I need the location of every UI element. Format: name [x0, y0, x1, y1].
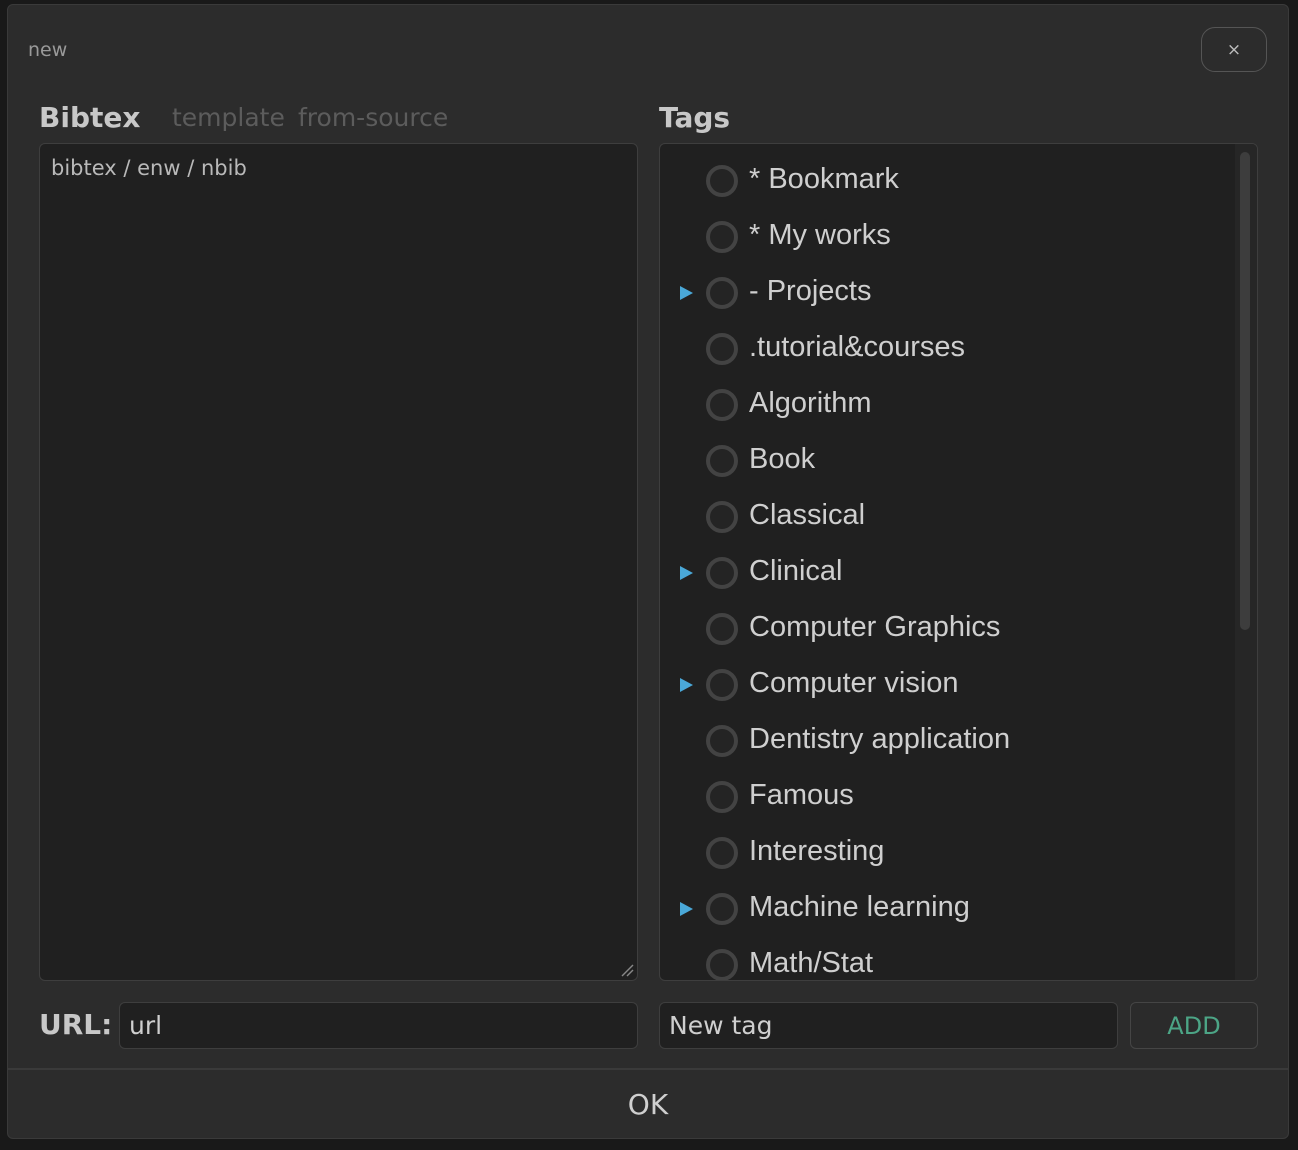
expand-arrow-icon[interactable] [677, 900, 695, 918]
tag-label: Computer vision [749, 667, 959, 699]
tag-label: .tutorial&courses [749, 331, 965, 363]
tag-radio[interactable] [706, 165, 738, 197]
tag-label: Famous [749, 779, 854, 811]
tag-radio[interactable] [706, 333, 738, 365]
tag-label: * Bookmark [749, 163, 899, 195]
scrollbar-thumb[interactable] [1240, 152, 1250, 630]
tag-item[interactable]: Clinical [660, 548, 1235, 604]
tag-radio[interactable] [706, 613, 738, 645]
tag-item[interactable]: * My works [660, 212, 1235, 268]
tag-item[interactable]: - Projects [660, 268, 1235, 324]
tag-item[interactable]: .tutorial&courses [660, 324, 1235, 380]
tag-radio[interactable] [706, 445, 738, 477]
url-label: URL: [39, 1008, 113, 1041]
ok-button[interactable]: OK [8, 1070, 1288, 1138]
tag-label: Computer Graphics [749, 611, 1001, 643]
tag-radio[interactable] [706, 557, 738, 589]
tag-item[interactable]: Dentistry application [660, 716, 1235, 772]
tags-list-panel: * Bookmark * My works - Projects .tutorial&… [659, 143, 1258, 981]
tag-item[interactable]: Interesting [660, 828, 1235, 884]
bibtex-heading: Bibtex [39, 101, 141, 134]
tag-label: Math/Stat [749, 947, 874, 979]
tag-radio[interactable] [706, 501, 738, 533]
tag-radio[interactable] [706, 949, 738, 980]
tag-radio[interactable] [706, 725, 738, 757]
tag-label: Machine learning [749, 891, 970, 923]
tag-label: Book [749, 443, 816, 475]
tag-item[interactable]: Computer Graphics [660, 604, 1235, 660]
new-entry-dialog: new × Bibtex template from-source Tags b… [7, 4, 1289, 1139]
tag-label: Algorithm [749, 387, 872, 419]
expand-arrow-icon[interactable] [677, 676, 695, 694]
tab-from-source[interactable]: from-source [298, 103, 448, 132]
tag-label: Clinical [749, 555, 843, 587]
url-input[interactable] [119, 1002, 638, 1049]
tag-item[interactable]: Algorithm [660, 380, 1235, 436]
close-icon: × [1226, 39, 1242, 60]
add-tag-button[interactable]: ADD [1130, 1002, 1258, 1049]
tag-radio[interactable] [706, 781, 738, 813]
tag-item[interactable]: Famous [660, 772, 1235, 828]
tag-item[interactable]: Book [660, 436, 1235, 492]
expand-arrow-icon[interactable] [677, 564, 695, 582]
tag-label: - Projects [749, 275, 872, 307]
tag-label: Interesting [749, 835, 885, 867]
tag-label: Dentistry application [749, 723, 1011, 755]
expand-arrow-icon[interactable] [677, 284, 695, 302]
tag-item[interactable]: Math/Stat [660, 940, 1235, 980]
close-button[interactable]: × [1201, 27, 1267, 72]
tag-item[interactable]: Classical [660, 492, 1235, 548]
dialog-title: new [28, 39, 68, 61]
tag-item[interactable]: Computer vision [660, 660, 1235, 716]
tag-radio[interactable] [706, 669, 738, 701]
new-tag-input[interactable] [659, 1002, 1118, 1049]
tag-item[interactable]: * Bookmark [660, 156, 1235, 212]
tag-label: * My works [749, 219, 891, 251]
tag-list: * Bookmark * My works - Projects .tutorial&… [660, 156, 1235, 980]
tag-label: Classical [749, 499, 866, 531]
tag-radio[interactable] [706, 893, 738, 925]
bibtex-textarea[interactable]: bibtex / enw / nbib [39, 143, 638, 981]
tag-radio[interactable] [706, 221, 738, 253]
tags-heading: Tags [659, 101, 731, 134]
tag-radio[interactable] [706, 389, 738, 421]
tag-radio[interactable] [706, 837, 738, 869]
tag-radio[interactable] [706, 277, 738, 309]
resize-handle-icon[interactable] [620, 963, 634, 977]
bibtex-placeholder: bibtex / enw / nbib [51, 156, 247, 180]
tab-template[interactable]: template [172, 103, 285, 132]
tag-item[interactable]: Machine learning [660, 884, 1235, 940]
